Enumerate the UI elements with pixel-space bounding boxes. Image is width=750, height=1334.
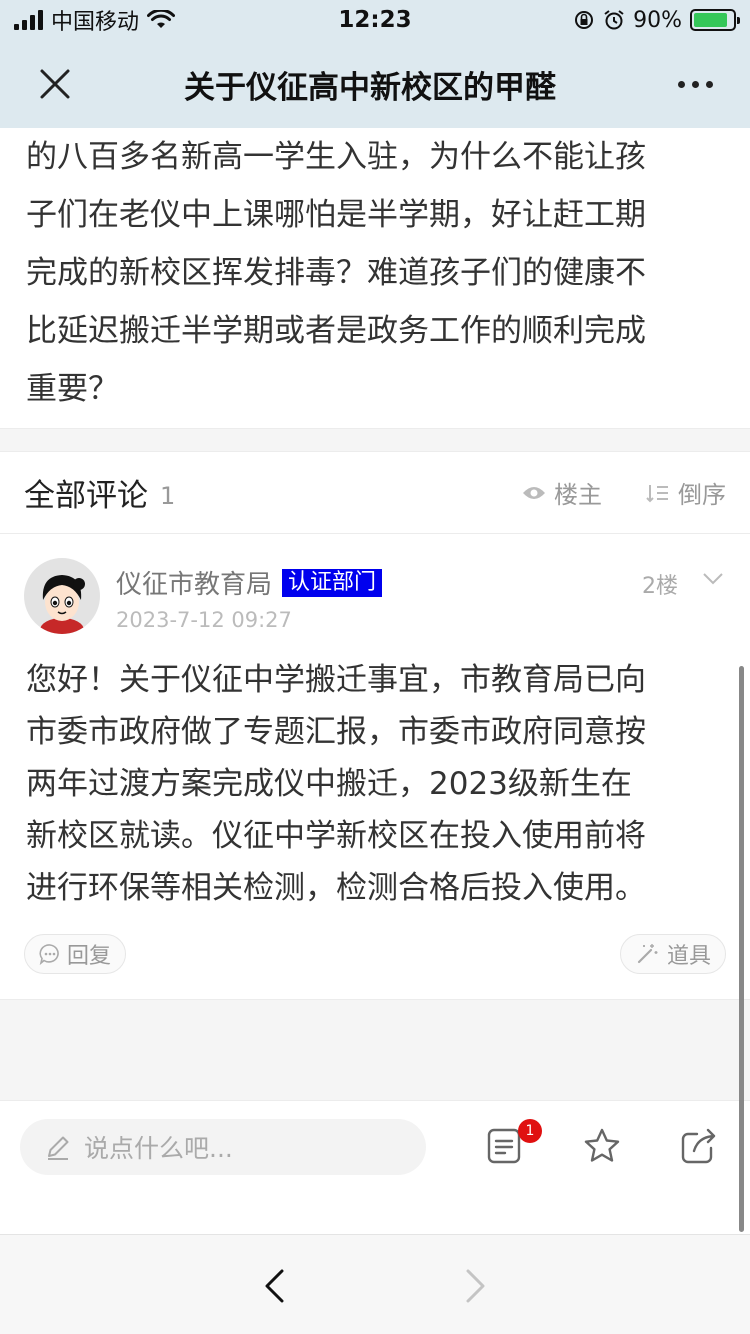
verified-badge: 认证部门	[282, 568, 383, 597]
browser-toolbar	[0, 1234, 750, 1334]
status-bar: 中国移动 12:23 90%	[0, 0, 750, 40]
carrier-name: 中国移动	[51, 10, 140, 35]
reverse-sort-button[interactable]: 倒序	[646, 475, 726, 510]
star-icon[interactable]	[582, 1127, 622, 1165]
comment-line: 您好！关于仪征中学搬迁事宜，市教育局已向	[26, 662, 646, 698]
owner-only-label: 楼主	[554, 481, 602, 509]
post-line: 完成的新校区挥发排毒？难道孩子们的健康不	[26, 255, 646, 291]
comments-list-button[interactable]	[486, 1127, 522, 1165]
post-line: 重要？	[26, 371, 119, 407]
section-divider	[0, 428, 750, 452]
owner-only-filter[interactable]: 楼主	[522, 475, 602, 510]
comment-timestamp: 2023-7-12 09:27	[116, 608, 292, 632]
floor-number: 2楼	[642, 574, 678, 599]
notification-badge: 1	[518, 1119, 542, 1143]
pencil-icon	[48, 1136, 69, 1160]
page-title: 关于仪征高中新校区的甲醛	[184, 69, 556, 106]
more-dots-icon	[677, 80, 685, 88]
comments-header: 全部评论 1 楼主 倒序	[0, 452, 750, 534]
post-line: 子们在老仪中上课哪怕是半学期，好让赶工期	[26, 197, 646, 233]
forward-button[interactable]	[464, 1269, 488, 1303]
reverse-sort-label: 倒序	[678, 481, 726, 509]
comment-line: 新校区就读。仪征中学新校区在投入使用前将	[26, 818, 646, 854]
signal-icon	[14, 10, 43, 30]
back-button[interactable]	[262, 1269, 286, 1303]
sort-icon	[646, 484, 668, 502]
post-line: 的八百多名新高一学生入驻，为什么不能让孩	[26, 139, 646, 175]
comment-item: 仪征市教育局 认证部门 2楼 2023-7-12 09:27 您好！关于仪征中学…	[0, 534, 750, 1000]
comment-line: 进行环保等相关检测，检测合格后投入使用。	[26, 870, 646, 906]
avatar[interactable]	[24, 558, 100, 634]
reply-button[interactable]: 回复	[24, 934, 127, 974]
props-label: 道具	[666, 944, 711, 969]
empty-area	[0, 1000, 750, 1100]
comment-body: 您好！关于仪征中学搬迁事宜，市教育局已向 市委市政府做了专题汇报，市委市政府同意…	[26, 654, 726, 914]
close-icon	[40, 69, 70, 99]
share-icon[interactable]	[680, 1127, 718, 1165]
comments-title: 全部评论	[24, 478, 148, 514]
chevron-down-icon[interactable]	[702, 572, 724, 586]
reply-label: 回复	[67, 944, 112, 969]
post-content: 的八百多名新高一学生入驻，为什么不能让孩 子们在老仪中上课哪怕是半学期，好让赶工…	[0, 128, 750, 418]
comment-line: 市委市政府做了专题汇报，市委市政府同意按	[26, 714, 646, 750]
battery-icon	[690, 9, 740, 31]
rotation-lock-icon	[575, 11, 594, 29]
comment-line: 两年过渡方案完成仪中搬迁，2023级新生在	[26, 766, 632, 802]
magic-wand-icon	[637, 944, 658, 964]
props-button[interactable]: 道具	[619, 934, 726, 974]
more-button[interactable]	[640, 40, 750, 128]
comment-input[interactable]: 说点什么吧...	[20, 1119, 426, 1175]
nav-bar: 关于仪征高中新校区的甲醛	[0, 40, 750, 128]
scrollbar[interactable]	[739, 666, 744, 1232]
wifi-icon	[147, 10, 176, 28]
eye-icon	[523, 486, 545, 499]
battery-percent: 90%	[633, 7, 682, 33]
comments-count: 1	[160, 481, 176, 510]
chat-bubble-icon	[39, 944, 59, 965]
close-button[interactable]	[0, 40, 110, 128]
post-line: 比延迟搬迁半学期或者是政务工作的顺利完成	[26, 313, 646, 349]
alarm-icon	[604, 10, 624, 30]
comment-username[interactable]: 仪征市教育局	[116, 564, 272, 601]
comment-input-placeholder: 说点什么吧...	[84, 1134, 233, 1163]
bottom-action-bar: 说点什么吧... 1	[0, 1100, 750, 1234]
